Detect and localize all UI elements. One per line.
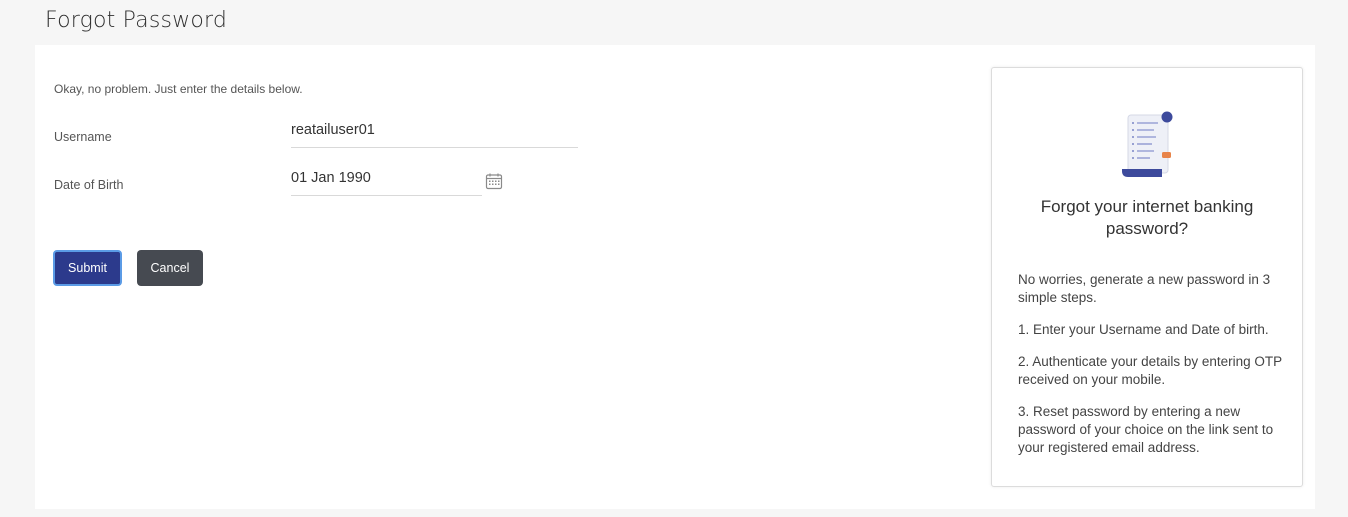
- calendar-icon[interactable]: [485, 172, 503, 190]
- submit-button[interactable]: Submit: [53, 250, 122, 286]
- info-step-1: 1. Enter your Username and Date of birth…: [1018, 322, 1269, 337]
- cancel-button[interactable]: Cancel: [137, 250, 203, 286]
- info-step-2: 2. Authenticate your details by entering…: [1018, 354, 1282, 387]
- document-icon: [1122, 111, 1173, 177]
- info-text: No worries, generate a new password in 3…: [1018, 271, 1282, 471]
- username-input[interactable]: reatailuser01: [291, 122, 578, 148]
- dob-label: Date of Birth: [54, 178, 124, 192]
- info-title: Forgot your internet banking password?: [1040, 197, 1254, 238]
- forgot-password-card: Okay, no problem. Just enter the details…: [35, 45, 1315, 509]
- intro-text: Okay, no problem. Just enter the details…: [54, 82, 303, 96]
- username-label: Username: [54, 130, 112, 144]
- info-step-3: 3. Reset password by entering a new pass…: [1018, 404, 1274, 455]
- page-title: Forgot Password: [45, 8, 228, 33]
- info-lead: No worries, generate a new password in 3…: [1018, 272, 1271, 305]
- dob-input[interactable]: 01 Jan 1990: [291, 170, 482, 196]
- info-panel: Forgot your internet banking password? N…: [991, 67, 1303, 487]
